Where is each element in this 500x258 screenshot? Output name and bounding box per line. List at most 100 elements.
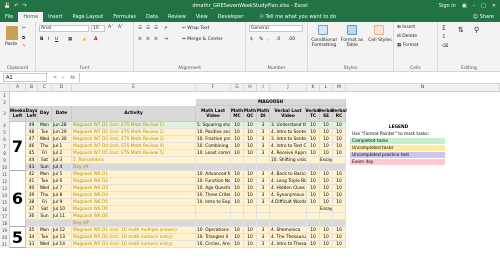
verbal-last-video-cell[interactable]: 4. The Thesaurus: [270, 234, 307, 241]
row-header[interactable]: 21: [0, 241, 10, 248]
paste-button[interactable]: Paste: [5, 42, 17, 47]
column-header[interactable]: M: [333, 84, 346, 92]
tab-home[interactable]: Home: [18, 12, 44, 22]
date-cell[interactable]: Jul 4: [52, 164, 72, 171]
verbal-se-cell[interactable]: [320, 220, 333, 227]
date-cell[interactable]: Jul 1: [52, 143, 72, 150]
math-mc-cell[interactable]: 10: [231, 171, 244, 178]
days-left-cell[interactable]: 38: [26, 199, 38, 206]
math-last-video-cell[interactable]: 10. Function Notat: [196, 178, 231, 185]
date-cell[interactable]: Jul 5: [52, 171, 72, 178]
tab-file[interactable]: File: [0, 12, 18, 22]
activity-cell[interactable]: Magoosh W6 D5: [72, 199, 196, 206]
math-qc-cell[interactable]: 10: [244, 136, 257, 143]
verbal-rc-cell[interactable]: [333, 220, 346, 227]
increase-decimal-icon[interactable]: .0: [276, 37, 280, 42]
math-di-cell[interactable]: [257, 206, 270, 213]
conditional-formatting-button[interactable]: Conditional Formatting: [310, 38, 338, 48]
verbal-last-video-cell[interactable]: 3. Understand the answers: [270, 122, 307, 129]
math-last-video-cell[interactable]: 10. Circles, Area: [196, 241, 231, 248]
day-cell[interactable]: Thu: [38, 143, 52, 150]
activity-cell[interactable]: Day off: [72, 164, 196, 171]
date-cell[interactable]: Jul 7: [52, 185, 72, 192]
day-cell[interactable]: [38, 220, 52, 227]
date-cell[interactable]: Jul 2: [52, 150, 72, 157]
days-left-cell[interactable]: 36: [26, 213, 38, 220]
autosum-icon[interactable]: Σ: [442, 25, 446, 32]
math-di-cell[interactable]: 3: [257, 178, 270, 185]
days-left-cell[interactable]: 49: [26, 122, 38, 129]
math-last-video-cell[interactable]: 10. Operations w: [196, 227, 231, 234]
fill-icon[interactable]: ↧: [442, 35, 446, 40]
tab-view[interactable]: View: [191, 12, 213, 22]
verbal-last-video-cell[interactable]: 4. Intro to Thesa: [270, 241, 307, 248]
verbal-last-video-cell[interactable]: 4. Receive Approach: [270, 150, 307, 157]
column-header[interactable]: N: [346, 84, 500, 92]
math-mc-cell[interactable]: 10: [231, 227, 244, 234]
verbal-last-video-cell[interactable]: 4. Hidden Clues: [270, 185, 307, 192]
math-qc-cell[interactable]: 10: [244, 234, 257, 241]
row-header[interactable]: 16: [0, 206, 10, 213]
date-cell[interactable]: Jul 11: [52, 213, 72, 220]
math-last-video-cell[interactable]: 10. Intro to Expon: [196, 199, 231, 206]
column-header[interactable]: F: [196, 84, 231, 92]
days-left-cell[interactable]: 39: [26, 192, 38, 199]
date-cell[interactable]: Jul 12: [52, 227, 72, 234]
date-cell[interactable]: Jun 28: [52, 122, 72, 129]
verbal-rc-cell[interactable]: 10: [333, 241, 346, 248]
day-cell[interactable]: Mon: [38, 227, 52, 234]
verbal-tc-cell[interactable]: 10: [307, 122, 320, 129]
activity-cell[interactable]: Magoosh W6 D4: [72, 192, 196, 199]
days-left-cell[interactable]: 40: [26, 185, 38, 192]
day-cell[interactable]: Tue: [38, 129, 52, 136]
align-top-icon[interactable]: ☰: [138, 26, 142, 31]
formula-input[interactable]: [79, 73, 500, 82]
conditional-formatting-icon[interactable]: [318, 25, 328, 35]
row-header[interactable]: 20: [0, 234, 10, 241]
math-mc-cell[interactable]: [231, 213, 244, 220]
verbal-rc-cell[interactable]: 10: [333, 171, 346, 178]
column-header[interactable]: K: [307, 84, 320, 92]
verbal-rc-cell[interactable]: 10: [333, 178, 346, 185]
row-header[interactable]: 1: [0, 92, 10, 99]
math-qc-cell[interactable]: 10: [244, 199, 257, 206]
verbal-tc-cell[interactable]: [307, 206, 320, 213]
days-left-cell[interactable]: 34: [26, 234, 38, 241]
minimize-icon[interactable]: –: [473, 3, 476, 9]
math-mc-cell[interactable]: 10: [231, 129, 244, 136]
math-qc-cell[interactable]: 10: [244, 227, 257, 234]
math-mc-cell[interactable]: 10: [231, 150, 244, 157]
save-icon[interactable]: 💾: [4, 3, 10, 9]
verbal-se-cell[interactable]: [320, 213, 333, 220]
math-last-video-cell[interactable]: 5. Squaring shortcuts: [196, 122, 231, 129]
math-mc-cell[interactable]: 10: [231, 136, 244, 143]
row-header[interactable]: 19: [0, 227, 10, 234]
activity-cell[interactable]: Magoosh W5 D1 (incl. 10 math multiple an…: [72, 227, 196, 234]
verbal-se-cell[interactable]: Essays: [320, 157, 333, 164]
verbal-rc-cell[interactable]: [333, 206, 346, 213]
format-as-table-button[interactable]: Format as Table: [339, 38, 365, 48]
row-header[interactable]: 2: [0, 99, 10, 106]
day-cell[interactable]: Fri: [38, 199, 52, 206]
worksheet-grid[interactable]: MAGOOSH Weeks Left Days Left Day Date Activit…: [0, 92, 500, 258]
math-mc-cell[interactable]: 10: [231, 178, 244, 185]
row-header[interactable]: 8: [0, 150, 10, 157]
verbal-tc-cell[interactable]: 10: [307, 171, 320, 178]
italic-icon[interactable]: I: [48, 37, 49, 42]
math-di-cell[interactable]: [257, 220, 270, 227]
column-header[interactable]: L: [320, 84, 333, 92]
row-header[interactable]: 5: [0, 129, 10, 136]
math-last-video-cell[interactable]: 10. Least common mult: [196, 150, 231, 157]
verbal-se-cell[interactable]: Essays: [320, 206, 333, 213]
row-header[interactable]: 12: [0, 178, 10, 185]
tab-developer[interactable]: Developer: [213, 12, 249, 22]
verbal-rc-cell[interactable]: 10: [333, 199, 346, 206]
day-cell[interactable]: Thu: [38, 192, 52, 199]
verbal-se-cell[interactable]: 10: [320, 150, 333, 157]
shrink-font-icon[interactable]: A˅: [118, 25, 123, 30]
days-left-cell[interactable]: 35: [26, 227, 38, 234]
row-header[interactable]: 7: [0, 143, 10, 150]
verbal-se-cell[interactable]: 10: [320, 234, 333, 241]
date-cell[interactable]: Jul 8: [52, 192, 72, 199]
column-header[interactable]: G: [231, 84, 244, 92]
